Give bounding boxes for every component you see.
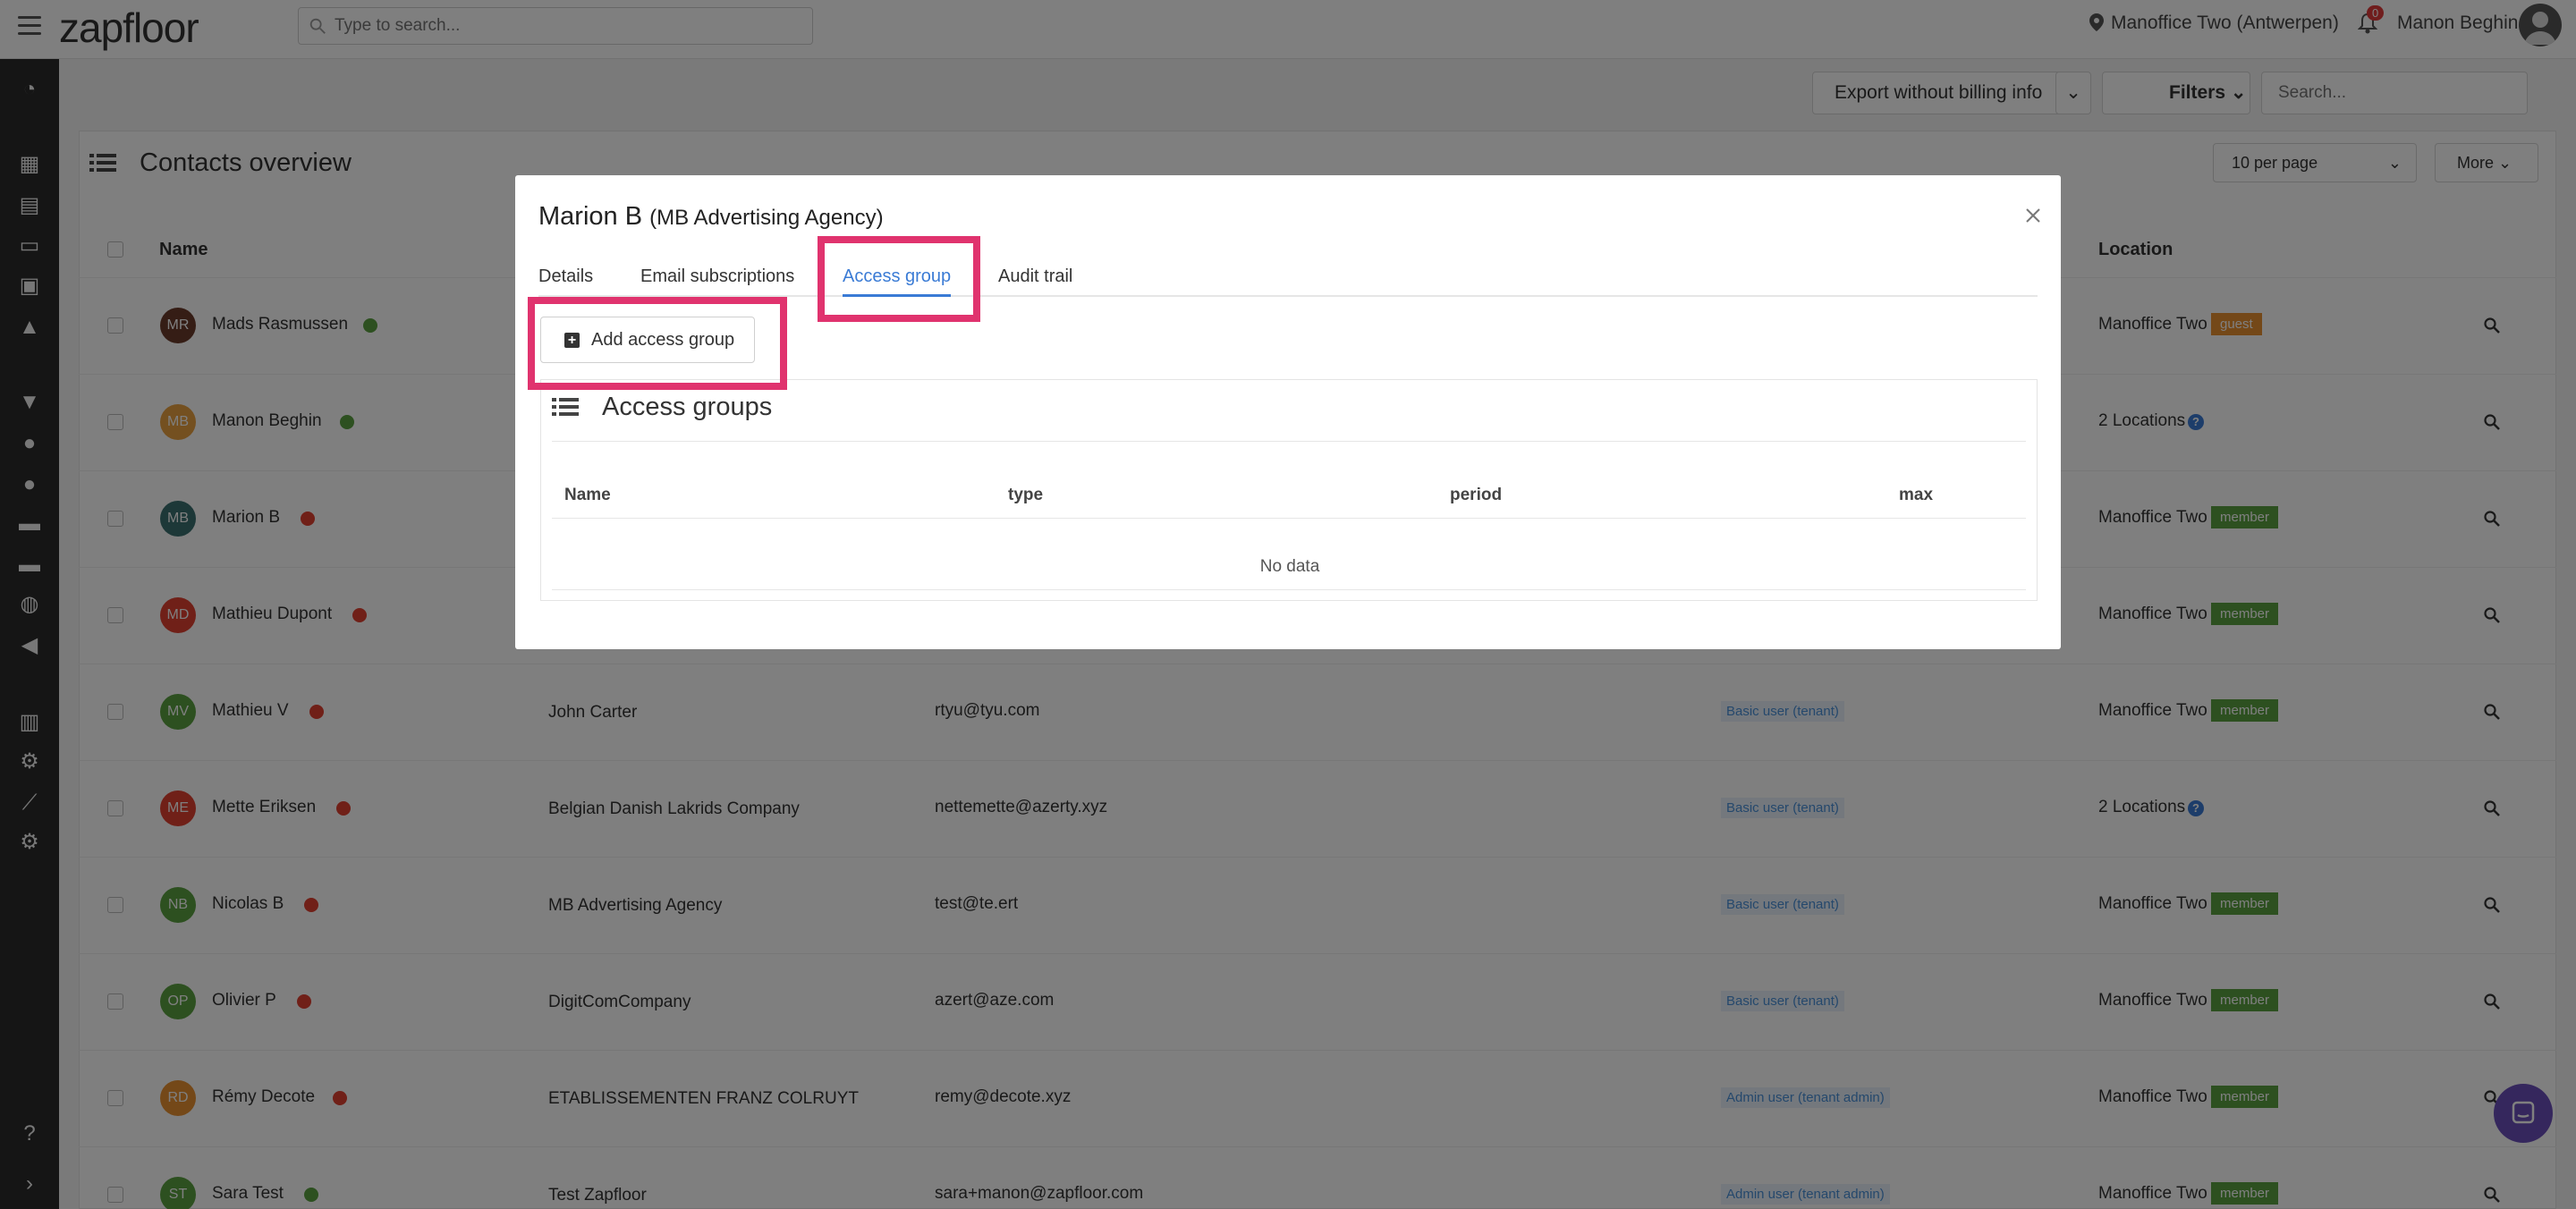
access-groups-title: Access groups [602, 393, 773, 421]
tab-email-subscriptions[interactable]: Email subscriptions [640, 266, 794, 297]
modal-title: Marion B (MB Advertising Agency) [538, 202, 884, 232]
divider [552, 589, 2026, 590]
column-header-type: type [1008, 486, 1044, 504]
contact-organization: (MB Advertising Agency) [649, 206, 884, 230]
list-icon [552, 398, 579, 416]
access-groups-section: Access groups Name type period max No da… [540, 379, 2038, 601]
tab-audit-trail[interactable]: Audit trail [998, 266, 1072, 297]
column-header-name: Name [564, 486, 611, 504]
highlight-access-group-tab [818, 236, 980, 322]
divider [552, 441, 2026, 442]
empty-state-text: No data [1259, 557, 1320, 576]
close-icon[interactable] [2023, 206, 2043, 225]
highlight-add-access-group-button [528, 297, 787, 390]
column-header-period: period [1450, 486, 1503, 504]
column-header-max: max [1899, 486, 1934, 504]
contact-name: Marion B [538, 202, 643, 231]
contact-modal: Marion B (MB Advertising Agency) Details… [515, 175, 2061, 649]
modal-tabs: Details Email subscriptions Access group… [538, 266, 2038, 297]
tab-details[interactable]: Details [538, 266, 593, 297]
divider [552, 518, 2026, 519]
